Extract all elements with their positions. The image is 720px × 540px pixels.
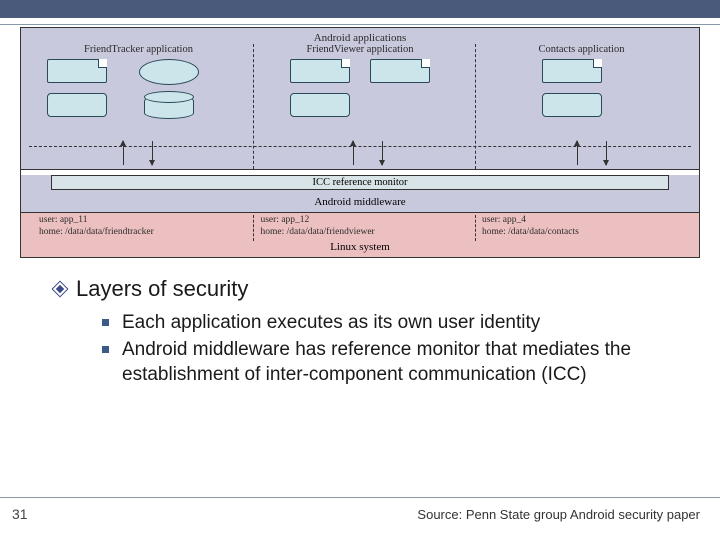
- icc-arrows-icon: [353, 141, 383, 169]
- linux-user-label: user: app_11: [39, 215, 238, 227]
- component-activity-icon: [370, 59, 430, 83]
- architecture-diagram: Android applications FriendTracker appli…: [20, 27, 700, 258]
- divider: [475, 44, 476, 169]
- linux-home-label: home: /data/data/friendviewer: [260, 227, 459, 239]
- icc-reference-monitor: ICC reference monitor: [51, 175, 669, 190]
- app-title: FriendViewer application: [260, 44, 459, 55]
- linux-user-label: user: app_4: [482, 215, 681, 227]
- linux-home-label: home: /data/data/contacts: [482, 227, 681, 239]
- middleware-title: Android middleware: [21, 195, 699, 212]
- heading-bullet: Layers of security: [54, 276, 720, 302]
- layer-linux-system: user: app_11 home: /data/data/friendtrac…: [21, 213, 699, 257]
- component-receiver-icon: [47, 93, 107, 117]
- app-column-friendtracker: FriendTracker application: [39, 44, 238, 129]
- app-title: FriendTracker application: [39, 44, 238, 55]
- slide-body: Layers of security Each application exec…: [0, 258, 720, 387]
- slide-top-bar: [0, 0, 720, 18]
- component-receiver-icon: [542, 93, 602, 117]
- component-service-icon: [139, 59, 199, 85]
- divider: [0, 24, 720, 25]
- app-title: Contacts application: [482, 44, 681, 55]
- icc-arrows-icon: [577, 141, 607, 169]
- app-column-contacts: Contacts application: [482, 44, 681, 129]
- app-column-friendviewer: FriendViewer application: [260, 44, 459, 129]
- linux-home-label: home: /data/data/friendtracker: [39, 227, 238, 239]
- divider: [475, 215, 476, 241]
- bullet-text: Each application executes as its own use…: [122, 312, 540, 333]
- list-item: Android middleware has reference monitor…: [102, 337, 702, 387]
- linux-layer-title: Linux system: [29, 239, 691, 253]
- divider: [253, 44, 254, 169]
- bullet-text: Android middleware has reference monitor…: [122, 339, 631, 385]
- linux-user-friendviewer: user: app_12 home: /data/data/friendview…: [260, 215, 459, 239]
- diamond-bullet-icon: [54, 283, 66, 295]
- list-item: Each application executes as its own use…: [102, 310, 702, 335]
- layer-android-applications: Android applications FriendTracker appli…: [21, 28, 699, 170]
- component-receiver-icon: [290, 93, 350, 117]
- apps-layer-title: Android applications: [29, 32, 691, 44]
- divider: [0, 497, 720, 498]
- page-number: 31: [12, 506, 28, 522]
- component-activity-icon: [47, 59, 107, 83]
- divider: [253, 215, 254, 241]
- layer-android-middleware: ICC reference monitor Android middleware: [21, 175, 699, 213]
- linux-user-contacts: user: app_4 home: /data/data/contacts: [482, 215, 681, 239]
- linux-user-label: user: app_12: [260, 215, 459, 227]
- linux-user-friendtracker: user: app_11 home: /data/data/friendtrac…: [39, 215, 238, 239]
- component-activity-icon: [542, 59, 602, 83]
- component-activity-icon: [290, 59, 350, 83]
- icc-arrows-icon: [123, 141, 153, 169]
- sub-bullet-list: Each application executes as its own use…: [54, 302, 720, 387]
- source-citation: Source: Penn State group Android securit…: [417, 507, 700, 522]
- heading-text: Layers of security: [76, 276, 248, 301]
- component-provider-icon: [144, 95, 194, 119]
